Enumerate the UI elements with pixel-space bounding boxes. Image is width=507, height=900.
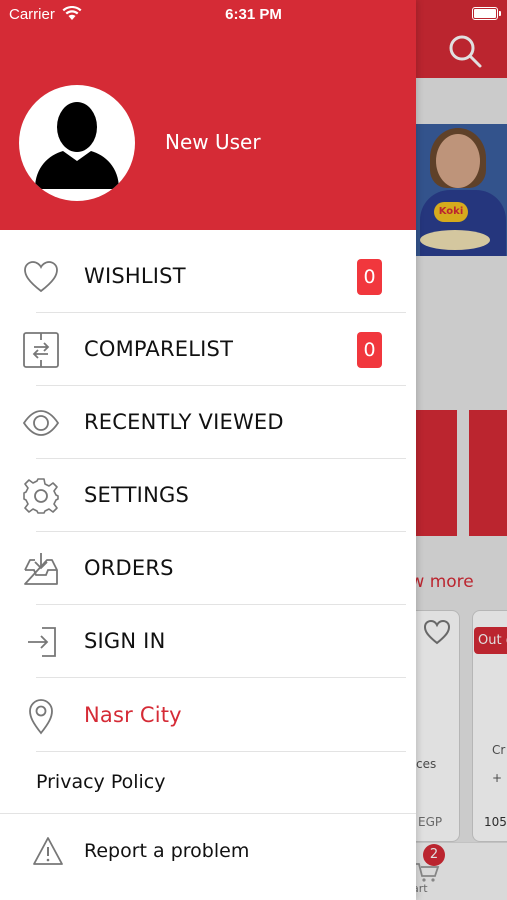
gear-icon [23, 478, 59, 514]
privacy-policy-link[interactable]: Privacy Policy [36, 771, 165, 793]
menu-item-location[interactable]: Nasr City [0, 679, 416, 752]
menu-item-settings[interactable]: SETTINGS [0, 459, 416, 532]
divider [36, 677, 406, 678]
menu-item-label: WISHLIST [84, 264, 186, 288]
menu-item-label: SIGN IN [84, 629, 166, 653]
menu-item-comparelist[interactable]: COMPARELIST 0 [0, 313, 416, 386]
user-silhouette-icon [35, 102, 119, 189]
menu-item-label: ORDERS [84, 556, 174, 580]
inbox-download-icon [24, 553, 58, 585]
menu-item-sign-in[interactable]: SIGN IN [0, 605, 416, 678]
report-problem-button[interactable]: Report a problem [0, 820, 416, 884]
eye-icon [22, 410, 60, 436]
divider [0, 813, 416, 814]
drawer-header: New User [0, 0, 416, 230]
menu-item-wishlist[interactable]: WISHLIST 0 [0, 240, 416, 313]
avatar[interactable] [19, 85, 135, 201]
comparelist-count-badge: 0 [357, 332, 382, 368]
report-problem-label: Report a problem [84, 840, 250, 862]
warning-triangle-icon [33, 837, 63, 865]
menu-item-label: SETTINGS [84, 483, 189, 507]
location-label: Nasr City [84, 703, 182, 727]
status-bar: Carrier 6:31 PM [0, 0, 507, 30]
side-drawer: New User WISHLIST 0 COMPARELIST 0 RECENT… [0, 0, 416, 900]
wishlist-count-badge: 0 [357, 259, 382, 295]
location-pin-icon [29, 699, 53, 735]
divider [36, 751, 406, 752]
clock: 6:31 PM [225, 6, 282, 23]
user-name: New User [165, 130, 261, 154]
menu-item-label: COMPARELIST [84, 337, 234, 361]
heart-icon [24, 261, 58, 293]
sign-in-icon [28, 627, 56, 657]
compare-icon [23, 332, 59, 368]
menu-item-recently-viewed[interactable]: RECENTLY VIEWED [0, 386, 416, 459]
menu-item-label: RECENTLY VIEWED [84, 410, 284, 434]
battery-icon [472, 7, 498, 20]
battery-tip [499, 11, 501, 16]
menu-item-orders[interactable]: ORDERS [0, 532, 416, 605]
